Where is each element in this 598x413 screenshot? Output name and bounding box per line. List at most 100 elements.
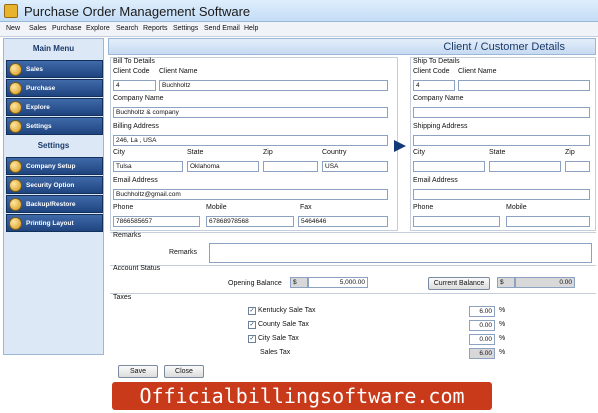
menu-sales[interactable]: Sales bbox=[29, 25, 47, 32]
client-code-field[interactable]: 4 bbox=[113, 80, 156, 91]
country-field[interactable]: USA bbox=[322, 161, 388, 172]
printer-icon bbox=[9, 217, 22, 230]
shipping-address-field[interactable] bbox=[413, 135, 590, 146]
sidebar-item-label: Explore bbox=[26, 104, 50, 111]
menu-search[interactable]: Search bbox=[116, 25, 138, 32]
sidebar-item-backup-restore[interactable]: Backup/Restore bbox=[6, 195, 103, 213]
ship-phone-field[interactable] bbox=[413, 216, 500, 227]
fax-label: Fax bbox=[300, 204, 312, 211]
shipping-address-label: Shipping Address bbox=[413, 123, 468, 130]
sidebar-item-explore[interactable]: Explore bbox=[6, 98, 103, 116]
mobile-label: Mobile bbox=[206, 204, 227, 211]
city-tax-checkbox[interactable]: ✓ bbox=[248, 335, 256, 343]
lock-icon bbox=[9, 179, 22, 192]
client-details-panel: Client / Customer Details Bill To Detail… bbox=[108, 38, 596, 380]
ship-client-code-field[interactable]: 4 bbox=[413, 80, 455, 91]
ship-company-name-label: Company Name bbox=[413, 95, 464, 102]
client-name-field[interactable]: Buchholtz bbox=[159, 80, 388, 91]
close-button[interactable]: Close bbox=[164, 365, 204, 378]
phone-field[interactable]: 7866585657 bbox=[113, 216, 200, 227]
billing-address-field[interactable]: 246, La , USA bbox=[113, 135, 388, 146]
email-field[interactable]: Buchholtz@gmail.com bbox=[113, 189, 388, 200]
opening-balance-label: Opening Balance bbox=[228, 280, 282, 287]
sidebar-item-settings[interactable]: Settings bbox=[6, 117, 103, 135]
sidebar-item-printing-layout[interactable]: Printing Layout bbox=[6, 214, 103, 232]
kentucky-tax-label: Kentucky Sale Tax bbox=[258, 307, 316, 314]
phone-label: Phone bbox=[113, 204, 134, 211]
account-status-heading: Account Status bbox=[113, 265, 161, 272]
sidebar-item-security-option[interactable]: Security Option bbox=[6, 176, 103, 194]
sidebar-item-purchase[interactable]: Purchase bbox=[6, 79, 103, 97]
ship-client-code-label: Client Code bbox=[413, 68, 450, 75]
sidebar-item-label: Purchase bbox=[26, 85, 56, 92]
city-tax-field[interactable]: 0.00 bbox=[469, 334, 495, 345]
state-field[interactable]: Oklahoma bbox=[187, 161, 259, 172]
percent-sign: % bbox=[499, 349, 506, 356]
app-icon bbox=[4, 4, 18, 18]
bill-to-heading: Bill To Details bbox=[113, 58, 155, 65]
website-banner: Officialbillingsoftware.com bbox=[112, 382, 492, 410]
sidebar-item-label: Settings bbox=[26, 123, 52, 130]
zip-field[interactable] bbox=[263, 161, 318, 172]
ship-city-label: City bbox=[413, 149, 426, 156]
menu-reports[interactable]: Reports bbox=[143, 25, 168, 32]
menu-explore[interactable]: Explore bbox=[86, 25, 110, 32]
menu-new[interactable]: New bbox=[6, 25, 20, 32]
copy-arrow-icon[interactable] bbox=[394, 140, 406, 152]
opening-currency-symbol: $ bbox=[290, 277, 308, 288]
menu-purchase[interactable]: Purchase bbox=[52, 25, 82, 32]
menu-settings[interactable]: Settings bbox=[173, 25, 198, 32]
ship-email-field[interactable] bbox=[413, 189, 590, 200]
opening-balance-field[interactable]: 5,000.00 bbox=[308, 277, 368, 288]
sidebar-item-sales[interactable]: Sales bbox=[6, 60, 103, 78]
country-label: Country bbox=[322, 149, 347, 156]
gear-icon bbox=[9, 160, 22, 173]
menu-bar: New Sales Purchase Explore Search Report… bbox=[0, 22, 598, 37]
kentucky-tax-checkbox[interactable]: ✓ bbox=[248, 307, 256, 315]
main-menu-title: Main Menu bbox=[32, 44, 75, 53]
kentucky-tax-field[interactable]: 6.00 bbox=[469, 306, 495, 317]
sidebar: Main Menu Sales Purchase Explore Setting… bbox=[3, 38, 104, 355]
company-name-label: Company Name bbox=[113, 95, 164, 102]
company-name-field[interactable]: Buchholtz & company bbox=[113, 107, 388, 118]
ship-mobile-field[interactable] bbox=[506, 216, 590, 227]
percent-sign: % bbox=[499, 321, 506, 328]
state-label: State bbox=[187, 149, 204, 156]
app-title: Purchase Order Management Software bbox=[24, 4, 251, 19]
ship-city-field[interactable] bbox=[413, 161, 485, 172]
city-label: City bbox=[113, 149, 126, 156]
coins-icon bbox=[9, 63, 22, 76]
gear-icon bbox=[9, 120, 22, 133]
ship-mobile-label: Mobile bbox=[506, 204, 527, 211]
disk-icon bbox=[9, 198, 22, 211]
ship-company-name-field[interactable] bbox=[413, 107, 590, 118]
ship-client-name-label: Client Name bbox=[458, 68, 497, 75]
current-currency-symbol: $ bbox=[497, 277, 515, 288]
sidebar-item-label: Security Option bbox=[26, 182, 75, 189]
menu-help[interactable]: Help bbox=[244, 25, 258, 32]
county-tax-checkbox[interactable]: ✓ bbox=[248, 321, 256, 329]
save-button[interactable]: Save bbox=[118, 365, 158, 378]
county-tax-field[interactable]: 0.00 bbox=[469, 320, 495, 331]
remarks-field[interactable] bbox=[209, 243, 592, 263]
mobile-field[interactable]: 67868978568 bbox=[206, 216, 294, 227]
city-field[interactable]: Tulsa bbox=[113, 161, 183, 172]
remarks-label: Remarks bbox=[169, 249, 198, 256]
current-balance-button[interactable]: Current Balance bbox=[428, 277, 490, 290]
sidebar-item-label: Printing Layout bbox=[26, 220, 74, 227]
sidebar-item-label: Company Setup bbox=[26, 163, 76, 170]
ship-client-name-field[interactable] bbox=[458, 80, 590, 91]
sidebar-item-company-setup[interactable]: Company Setup bbox=[6, 157, 103, 175]
ship-state-label: State bbox=[489, 149, 506, 156]
settings-title: Settings bbox=[37, 141, 70, 150]
fax-field[interactable]: 5464646 bbox=[298, 216, 388, 227]
ship-zip-field[interactable] bbox=[565, 161, 590, 172]
menu-send-email[interactable]: Send Email bbox=[204, 25, 240, 32]
ship-phone-label: Phone bbox=[413, 204, 434, 211]
ship-zip-label: Zip bbox=[565, 149, 575, 156]
sidebar-item-label: Sales bbox=[26, 66, 43, 73]
ship-state-field[interactable] bbox=[489, 161, 561, 172]
billing-address-label: Billing Address bbox=[113, 123, 159, 130]
client-name-label: Client Name bbox=[159, 68, 198, 75]
percent-sign: % bbox=[499, 335, 506, 342]
